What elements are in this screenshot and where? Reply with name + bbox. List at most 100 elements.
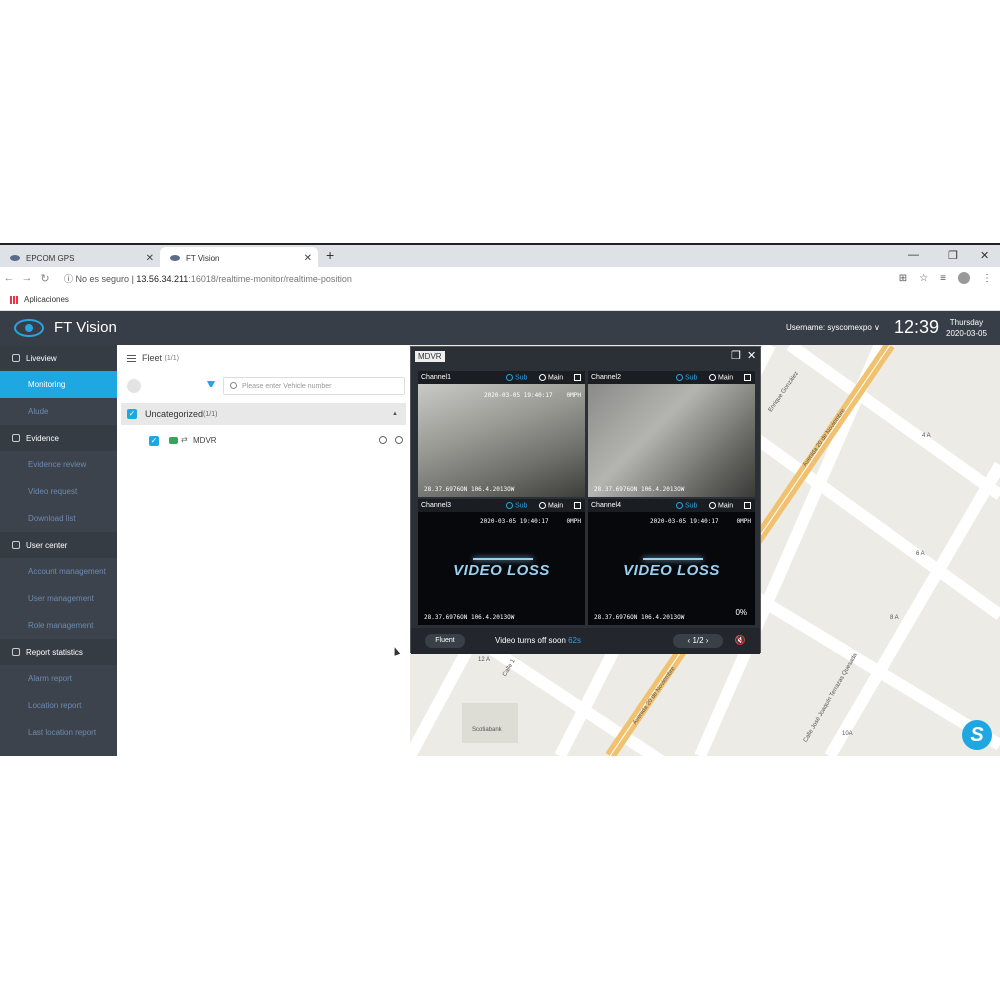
sidebar-item-download-list[interactable]: Download list [0,505,117,532]
bookmarks-bar: Aplicaciones [0,289,1000,311]
caret-up-icon[interactable]: ▲ [392,411,398,417]
prev-page-icon[interactable]: ‹ [688,636,691,645]
sidebar-item-monitoring[interactable]: Monitoring [0,371,117,398]
maximize-icon[interactable]: ❐ [948,249,958,262]
vehicle-checkbox[interactable]: ✓ [149,436,159,446]
turnoff-text: Video turns off soon [495,636,566,645]
video-channel-1[interactable]: Channel1 Sub Main 2020-03-05 19:40:17 0M… [418,371,585,497]
main-label: Main [548,502,564,510]
osd-timestamp: 2020-03-05 19:40:17 [484,392,553,399]
minimize-icon[interactable]: — [908,249,919,261]
sub-label: Sub [515,374,528,382]
sidebar-item-alude[interactable]: Alude [0,398,117,425]
translate-icon[interactable]: ⊞ [899,273,907,284]
vehicle-search-input[interactable]: Please enter Vehicle number [223,377,405,395]
video-channel-3[interactable]: Channel3 Sub Main 2020-03-05 19:40:17 0M… [418,499,585,625]
new-tab-icon[interactable]: + [326,247,334,263]
locate-icon[interactable] [395,436,403,444]
epcom-favicon-icon [10,255,20,261]
signal-icon: ⇄ [181,435,188,444]
main-stream-toggle[interactable]: Main [709,373,733,381]
video-channel-2[interactable]: Channel2 Sub Main 28.37.6976ON 106.4.201… [588,371,755,497]
star-icon[interactable]: ☆ [919,273,928,284]
address-bar-actions: ⊞ ☆ ≡ ⋮ [899,272,992,284]
sidebar-section-evidence[interactable]: Evidence [0,425,117,451]
sidebar-item-user-management[interactable]: User management [0,585,117,612]
more-icon[interactable]: ⋮ [982,273,992,284]
browser-tab-ftvision[interactable]: FT Vision ✕ [160,247,318,269]
close-icon[interactable]: ✕ [747,349,756,362]
main-stream-toggle[interactable]: Main [709,501,733,509]
sidebar-section-label: Evidence [26,433,59,443]
fullscreen-icon[interactable] [744,374,751,381]
sidebar-item-last-location-report[interactable]: Last location report [0,719,117,746]
video-channel-4[interactable]: Channel4 Sub Main 2020-03-05 19:40:17 0M… [588,499,755,625]
close-icon[interactable]: ✕ [304,253,312,264]
sub-stream-toggle[interactable]: Sub [506,373,528,382]
sub-stream-toggle[interactable]: Sub [676,373,698,382]
clock-time: 12:39 [894,317,940,337]
url-field[interactable]: ⓘ No es seguro | 13.56.34.211:16018/real… [64,272,352,285]
camera-feed: 2020-03-05 19:40:17 0MPH VIDEO LOSS 28.3… [418,512,585,625]
vehicle-label: MDVR [193,436,217,445]
username-menu[interactable]: Username: syscomexpo ∨ [786,323,880,332]
sidebar-section-label: User center [26,540,68,550]
fullscreen-icon[interactable] [574,374,581,381]
sidebar-item-evidence-review[interactable]: Evidence review [0,451,117,478]
poi-label: Scotiabank [472,727,502,733]
close-window-icon[interactable]: ✕ [980,249,989,262]
sub-stream-toggle[interactable]: Sub [506,501,527,509]
browser-tab-bar: EPCOM GPS ✕ FT Vision ✕ + — ❐ ✕ [0,243,1000,269]
ftvision-logo-icon [14,319,44,337]
group-checkbox[interactable]: ✓ [127,409,137,419]
reload-icon[interactable]: ↻ [36,272,54,285]
media-icon[interactable]: ≡ [940,273,946,284]
fleet-group-uncategorized[interactable]: ✓ Uncategorized (1/1) ▲ [121,403,406,425]
info-icon[interactable]: ⓘ [64,274,73,284]
sidebar-item-role-management[interactable]: Role management [0,612,117,639]
quality-button[interactable]: Fluent [425,634,465,648]
sidebar-item-video-request[interactable]: Video request [0,478,117,505]
sub-label: Sub [685,374,698,382]
vehicle-row[interactable]: ✓ ⇄ MDVR [121,431,406,451]
filter-icon[interactable] [207,381,215,389]
tab-label: FT Vision [186,253,220,263]
flag-icon[interactable] [127,379,141,393]
video-footer: Fluent Video turns off soon 62s ‹ 1/2 › … [411,628,760,654]
sidebar-section-liveview[interactable]: Liveview [0,345,117,371]
clock-date: Thursday 2020-03-05 [946,317,987,339]
clock-date-value: 2020-03-05 [946,329,987,338]
bookmark-apps[interactable]: Aplicaciones [24,295,69,304]
close-icon[interactable]: ✕ [146,253,154,264]
forward-icon[interactable]: → [18,272,36,284]
street-label: 10A [842,731,853,737]
osd-speed: 0MPH [566,392,581,399]
main-stream-toggle[interactable]: Main [539,373,564,382]
sidebar-item-account-management[interactable]: Account management [0,558,117,585]
sub-stream-toggle[interactable]: Sub [676,501,697,509]
sidebar-section-user-center[interactable]: User center [0,532,117,558]
browser-tab-epcom[interactable]: EPCOM GPS ✕ [0,247,160,269]
fullscreen-icon[interactable] [744,502,751,509]
menu-icon[interactable] [127,354,136,362]
sidebar-item-alarm-report[interactable]: Alarm report [0,665,117,692]
search-icon [230,382,237,389]
main-label: Main [548,374,564,382]
video-loss-text: VIDEO LOSS [453,562,550,579]
channel-name: Channel1 [421,374,451,381]
location-icon [12,354,20,362]
mute-icon[interactable]: 🔇 [735,635,746,646]
main-stream-toggle[interactable]: Main [539,501,564,510]
back-icon[interactable]: ← [0,272,18,284]
fullscreen-icon[interactable] [574,502,581,509]
next-page-icon[interactable]: › [706,636,709,645]
vehicle-online-icon [169,437,178,444]
camera-icon[interactable] [379,436,387,444]
avatar[interactable] [958,272,970,284]
apps-grid-icon[interactable] [10,295,18,304]
window-mode-icon[interactable]: ❐ [731,349,741,362]
sidebar-section-report-statistics[interactable]: Report statistics [0,639,117,665]
sidebar-item-location-report[interactable]: Location report [0,692,117,719]
url-path: :16018/realtime-monitor/realtime-positio… [188,273,352,284]
osd-coords: 28.37.6976ON 106.4.2013OW [594,614,685,621]
